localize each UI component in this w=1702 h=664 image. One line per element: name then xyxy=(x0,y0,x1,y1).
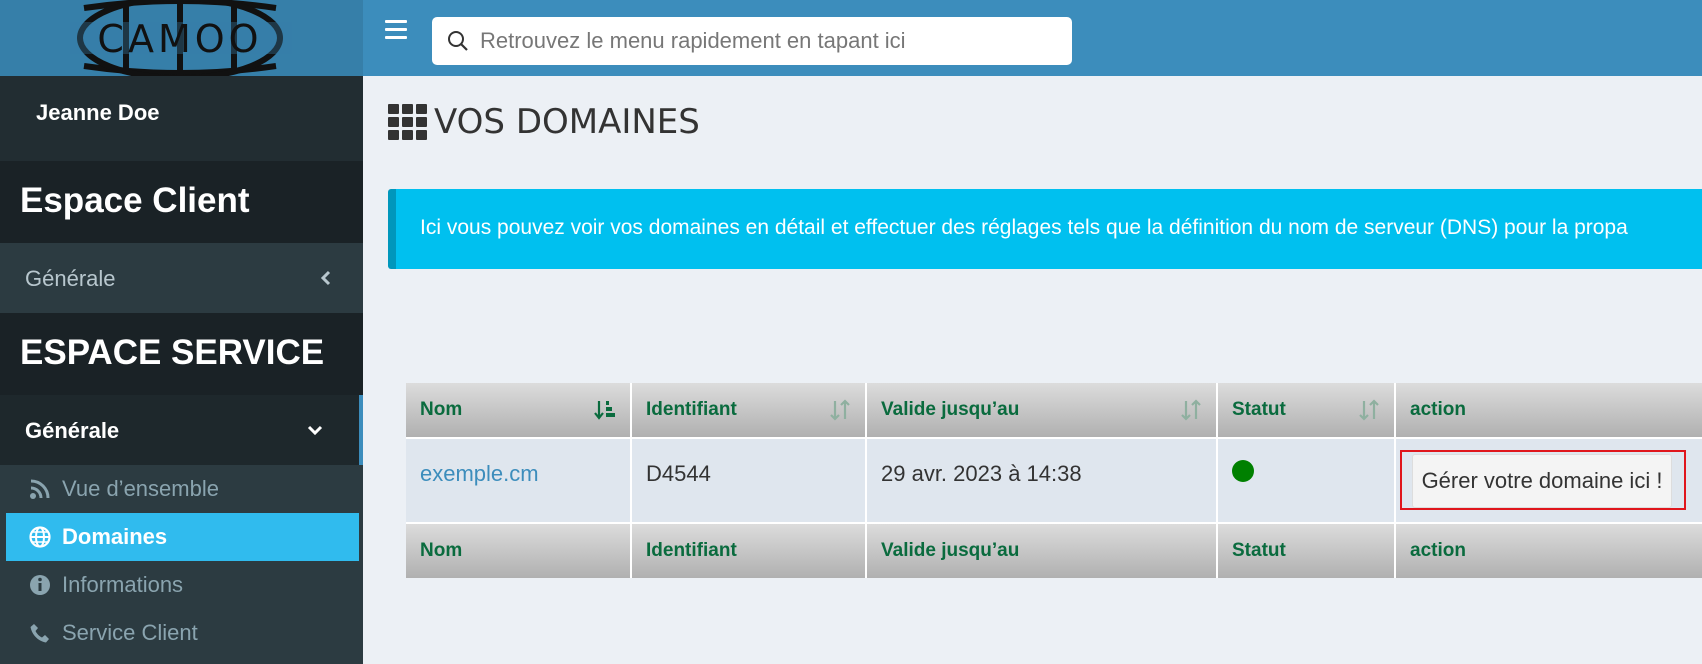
grid-icon xyxy=(388,104,427,140)
column-header-valide[interactable]: Valide jusqu’au xyxy=(866,383,1218,438)
sidebar-item-vue-ensemble[interactable]: Vue d’ensemble xyxy=(0,465,363,513)
logo[interactable]: CAMOO xyxy=(0,0,363,76)
sidebar-item-label: Service Client xyxy=(62,620,198,645)
table-footer-row: Nom Identifiant Valide jusqu’au Statut a… xyxy=(406,523,1702,578)
table-row: exemple.cm D4544 29 avr. 2023 à 14:38 Gé… xyxy=(406,437,1702,524)
sidebar-item-label: Générale xyxy=(25,266,116,291)
cell-action: Gérer votre domaine ici ! xyxy=(1395,437,1702,524)
cell-valide: 29 avr. 2023 à 14:38 xyxy=(866,437,1218,524)
cell-nom: exemple.cm xyxy=(406,437,632,524)
page-title: VOS DOMAINES xyxy=(388,100,700,144)
user-panel: Jeanne Doe xyxy=(0,76,363,161)
cell-identifiant: D4544 xyxy=(631,437,867,524)
svg-text:CAMOO: CAMOO xyxy=(97,17,262,61)
sort-asc-icon xyxy=(594,401,615,420)
sidebar-item-label: Informations xyxy=(62,572,184,597)
hamburger-icon[interactable] xyxy=(385,20,407,40)
sidebar-item-generale-client[interactable]: Générale xyxy=(0,243,363,313)
page-title-text: VOS DOMAINES xyxy=(434,102,700,142)
sidebar-item-label: Générale xyxy=(25,418,120,443)
callout-text: Ici vous pouvez voir vos domaines en dét… xyxy=(420,216,1628,239)
section-espace-client: Espace Client xyxy=(0,161,363,243)
user-name: Jeanne Doe xyxy=(36,100,160,125)
footer-action: action xyxy=(1395,523,1702,578)
sidebar-item-generale-service[interactable]: Générale xyxy=(0,395,363,465)
footer-nom: Nom xyxy=(406,523,632,578)
globe-icon xyxy=(26,526,54,548)
sidebar-item-label: Domaines xyxy=(62,524,168,549)
column-header-statut[interactable]: Statut xyxy=(1217,383,1396,438)
chevron-left-icon xyxy=(321,270,331,286)
domain-link[interactable]: exemple.cm xyxy=(420,461,539,486)
footer-identifiant: Identifiant xyxy=(631,523,867,578)
footer-valide: Valide jusqu’au xyxy=(866,523,1218,578)
search-input[interactable] xyxy=(480,17,1060,65)
info-circle-icon xyxy=(26,574,54,596)
top-navbar xyxy=(363,0,1702,76)
manage-domain-button[interactable]: Gérer votre domaine ici ! xyxy=(1412,454,1672,508)
action-highlight: Gérer votre domaine ici ! xyxy=(1400,450,1686,510)
column-header-action: action xyxy=(1395,383,1702,438)
sidebar-item-domaines[interactable]: Domaines xyxy=(6,513,359,561)
table-header-row: Nom Identifiant Valide jusqu’au Statut a… xyxy=(406,383,1702,438)
info-callout: Ici vous pouvez voir vos domaines en dét… xyxy=(388,189,1702,269)
camoo-logo-icon: CAMOO xyxy=(70,0,292,76)
cell-statut xyxy=(1217,437,1396,524)
sort-icon xyxy=(1359,399,1379,421)
footer-statut: Statut xyxy=(1217,523,1396,578)
column-header-identifiant[interactable]: Identifiant xyxy=(631,383,867,438)
sidebar-item-informations[interactable]: Informations xyxy=(0,561,363,609)
rss-icon xyxy=(26,478,54,500)
sort-icon xyxy=(830,399,850,421)
sidebar-item-service-client[interactable]: Service Client xyxy=(0,609,363,657)
domains-table: Nom Identifiant Valide jusqu’au Statut a… xyxy=(406,383,1702,578)
section-heading: Espace Client xyxy=(20,181,250,220)
sort-icon xyxy=(1181,399,1201,421)
phone-icon xyxy=(26,622,54,644)
section-espace-service: ESPACE SERVICE xyxy=(0,313,363,395)
chevron-down-icon xyxy=(307,425,323,435)
sidebar: CAMOO Jeanne Doe Espace Client Générale … xyxy=(0,0,363,664)
section-heading: ESPACE SERVICE xyxy=(20,333,325,372)
column-header-nom[interactable]: Nom xyxy=(406,383,632,438)
menu-search xyxy=(432,17,1072,65)
status-dot-icon xyxy=(1232,460,1254,482)
search-icon xyxy=(448,31,468,51)
sidebar-item-label: Vue d’ensemble xyxy=(62,476,219,501)
